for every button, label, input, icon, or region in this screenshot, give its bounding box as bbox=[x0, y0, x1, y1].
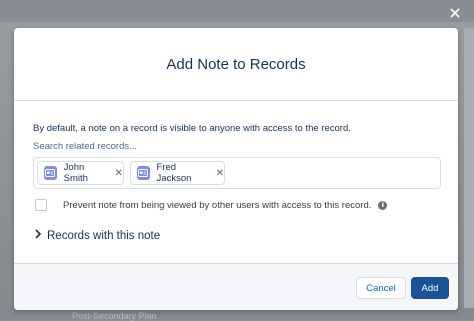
privacy-option-row: Prevent note from being viewed by other … bbox=[35, 199, 388, 211]
record-pill-fred-jackson[interactable]: Fred Jackson ✕ bbox=[130, 161, 225, 185]
records-with-note-toggle[interactable]: Records with this note bbox=[34, 229, 160, 242]
chevron-right-icon bbox=[34, 229, 42, 242]
info-icon[interactable]: i bbox=[378, 200, 388, 210]
prevent-viewing-label: Prevent note from being viewed by other … bbox=[63, 199, 372, 211]
background-header bbox=[0, 0, 474, 22]
record-pill-john-smith[interactable]: John Smith ✕ bbox=[37, 161, 124, 185]
pill-label: Fred Jackson bbox=[156, 162, 192, 184]
remove-fred-jackson-icon[interactable]: ✕ bbox=[216, 168, 224, 179]
contact-card-icon bbox=[137, 166, 150, 180]
modal-body: By default, a note on a record is visibl… bbox=[14, 101, 458, 263]
pill-label: John Smith bbox=[63, 162, 88, 184]
background-panel bbox=[464, 28, 474, 308]
add-button[interactable]: Add bbox=[411, 277, 449, 299]
remove-john-smith-icon[interactable]: ✕ bbox=[115, 168, 123, 179]
related-records-input[interactable]: John Smith ✕ Fred Jackson ✕ bbox=[33, 157, 441, 189]
cancel-button[interactable]: Cancel bbox=[356, 277, 406, 299]
prevent-viewing-checkbox[interactable] bbox=[35, 199, 47, 211]
modal-title: Add Note to Records bbox=[166, 55, 306, 73]
close-icon[interactable] bbox=[448, 6, 462, 20]
modal-footer: Cancel Add bbox=[14, 263, 458, 310]
visibility-info-text: By default, a note on a record is visibl… bbox=[33, 123, 351, 134]
records-with-note-label: Records with this note bbox=[47, 229, 161, 242]
search-label: Search related records... bbox=[33, 141, 138, 152]
modal-header: Add Note to Records bbox=[14, 28, 458, 101]
contact-card-icon bbox=[44, 166, 57, 180]
add-note-modal: Add Note to Records By default, a note o… bbox=[14, 28, 458, 310]
